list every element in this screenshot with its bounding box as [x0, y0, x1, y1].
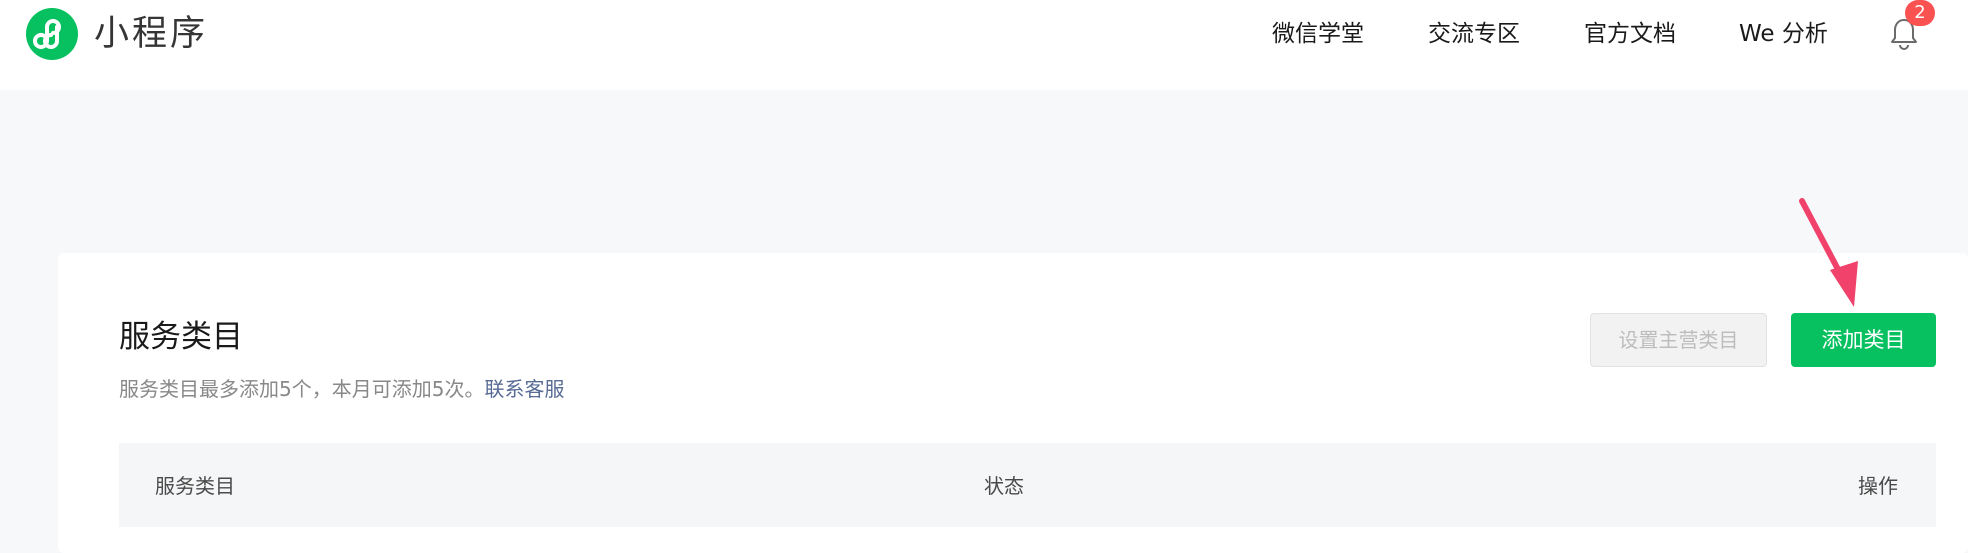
- notification-badge: 2: [1905, 0, 1935, 26]
- page-title: 服务类目: [119, 319, 243, 355]
- nav-wechat-academy[interactable]: 微信学堂: [1272, 16, 1364, 52]
- nav-official-docs[interactable]: 官方文档: [1584, 16, 1676, 52]
- annotation-arrow-icon: [1799, 198, 1858, 307]
- add-category-button[interactable]: 添加类目: [1791, 313, 1936, 367]
- nav-community[interactable]: 交流专区: [1428, 16, 1520, 52]
- column-header-actions: 操作: [1858, 474, 1898, 498]
- table-header: [119, 443, 1936, 527]
- set-main-category-button[interactable]: 设置主营类目: [1590, 313, 1767, 367]
- nav-we-analytics[interactable]: We 分析: [1739, 16, 1828, 52]
- category-description: 服务类目最多添加5个，本月可添加5次。联系客服: [119, 374, 564, 404]
- app-title[interactable]: 小程序: [94, 10, 208, 58]
- description-text: 服务类目最多添加5个，本月可添加5次。: [119, 377, 485, 401]
- column-header-status: 状态: [984, 474, 1024, 498]
- mini-program-logo-icon: [26, 8, 78, 60]
- contact-support-link[interactable]: 联系客服: [484, 377, 564, 401]
- top-bar: 小程序 微信学堂 交流专区 官方文档 We 分析 2: [0, 0, 1968, 90]
- column-header-category: 服务类目: [155, 474, 235, 498]
